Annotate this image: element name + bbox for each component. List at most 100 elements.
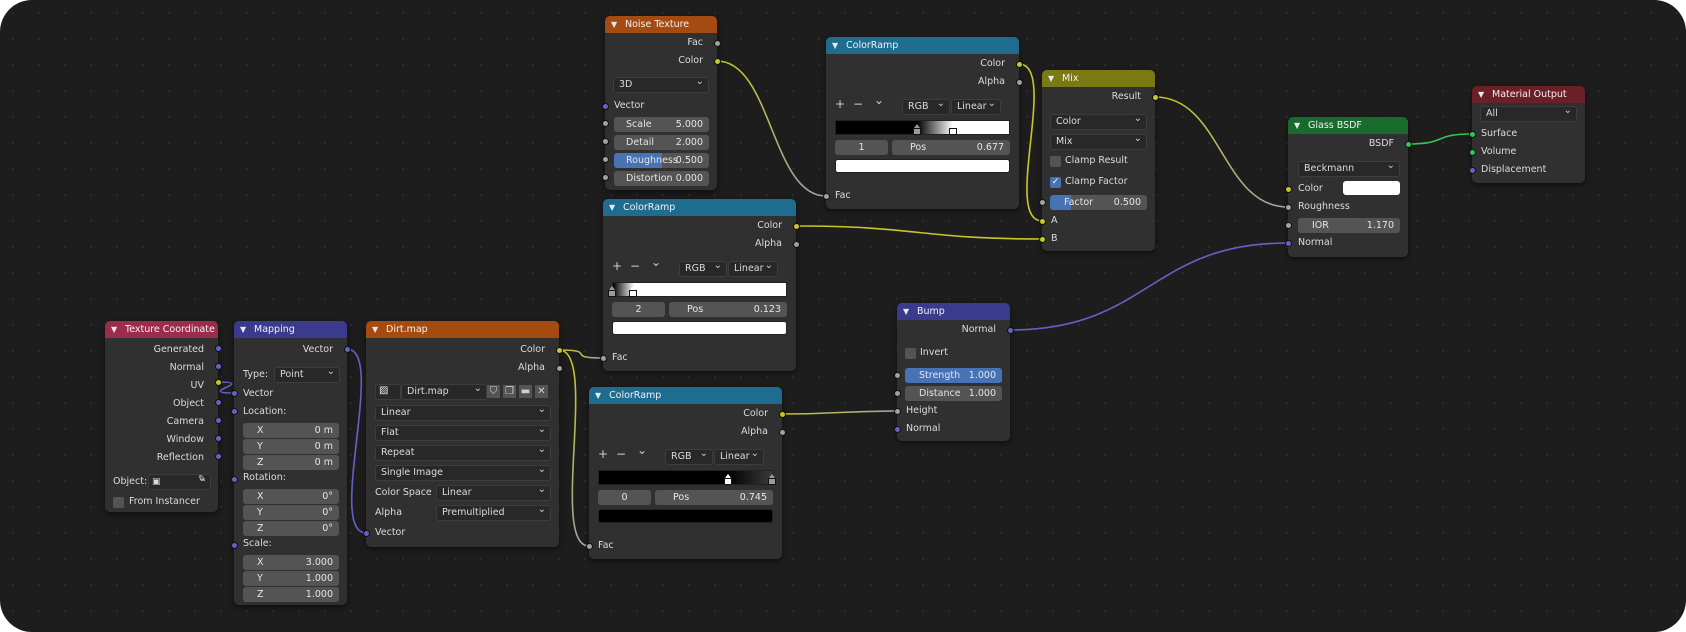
node-header[interactable]: ▼ Bump	[897, 303, 1010, 320]
from-instancer-checkbox[interactable]	[113, 497, 124, 508]
invert-checkbox[interactable]	[905, 348, 916, 359]
node-header[interactable]: ▼ Dirt.map	[366, 321, 559, 338]
shield-icon[interactable]: ⛉	[487, 385, 500, 398]
close-icon[interactable]: ✕	[535, 385, 548, 398]
socket[interactable]	[585, 542, 593, 550]
socket[interactable]	[1015, 60, 1023, 68]
color-mode-dropdown[interactable]: RGB	[902, 99, 950, 115]
factor-field[interactable]: Factor 0.500	[1050, 195, 1147, 210]
data-type-dropdown[interactable]: Color	[1050, 114, 1147, 130]
texture-coordinate-node[interactable]: ▼ Texture Coordinate Generated Normal UV …	[105, 321, 218, 512]
node-header[interactable]: ▼ Material Output	[1472, 86, 1585, 103]
socket[interactable]	[1404, 140, 1412, 148]
socket[interactable]	[1151, 93, 1159, 101]
socket[interactable]	[1468, 166, 1476, 174]
distribution-dropdown[interactable]: Beckmann	[1298, 161, 1400, 177]
socket[interactable]	[555, 364, 563, 372]
ramp-menu-chevron-icon[interactable]: ⌄	[874, 93, 884, 107]
scl-x-field[interactable]: X 3.000	[243, 555, 339, 570]
socket[interactable]	[1015, 78, 1023, 86]
rot-y-field[interactable]: Y 0°	[243, 505, 339, 520]
collapse-chevron-icon[interactable]: ▼	[111, 321, 117, 338]
stop-color-swatch[interactable]	[598, 509, 773, 523]
socket[interactable]	[713, 57, 721, 65]
target-dropdown[interactable]: All	[1480, 106, 1577, 122]
clamp-result-checkbox[interactable]	[1050, 156, 1061, 167]
mix-node[interactable]: ▼ Mix Result Color Mix Clamp Result ✓ Cla…	[1042, 70, 1155, 251]
color-stop-handle[interactable]	[629, 286, 638, 297]
noise-texture-node[interactable]: ▼ Noise Texture Fac Color 3D Vector Scale…	[605, 16, 717, 190]
collapse-chevron-icon[interactable]: ▼	[611, 16, 617, 33]
color-stop-handle[interactable]	[948, 124, 957, 135]
color-swatch[interactable]	[1343, 181, 1400, 195]
collapse-chevron-icon[interactable]: ▼	[1478, 86, 1484, 103]
socket[interactable]	[214, 362, 222, 370]
image-browse-button[interactable]: ▨	[375, 384, 401, 400]
scl-z-field[interactable]: Z 1.000	[243, 587, 339, 602]
socket[interactable]	[893, 425, 901, 433]
color-mode-dropdown[interactable]: RGB	[665, 449, 713, 465]
socket[interactable]	[1038, 217, 1046, 225]
loc-x-field[interactable]: X 0 m	[243, 423, 339, 438]
interpolation-dropdown[interactable]: Linear	[951, 99, 1001, 115]
blend-mode-dropdown[interactable]: Mix	[1050, 134, 1147, 150]
node-header[interactable]: ▼ Mapping	[234, 321, 347, 338]
socket[interactable]	[601, 119, 609, 127]
socket[interactable]	[601, 102, 609, 110]
remove-stop-button[interactable]: −	[616, 447, 626, 461]
eyedropper-icon[interactable]: ✎	[198, 474, 206, 485]
socket[interactable]	[343, 345, 351, 353]
distance-field[interactable]: Distance 1.000	[905, 386, 1002, 401]
colorramp-node-3[interactable]: ▼ ColorRamp Color Alpha +−⌄ RGBLinear 0 Pos 0…	[589, 387, 782, 559]
socket[interactable]	[214, 378, 222, 386]
stop-color-swatch[interactable]	[612, 321, 787, 335]
collapse-chevron-icon[interactable]: ▼	[372, 321, 378, 338]
mapping-node[interactable]: ▼ Mapping Vector Type: Point Vector Locat…	[234, 321, 347, 605]
interpolation-dropdown[interactable]: Linear	[714, 449, 764, 465]
collapse-chevron-icon[interactable]: ▼	[1294, 117, 1300, 134]
socket[interactable]	[893, 389, 901, 397]
stop-index-field[interactable]: 2	[612, 302, 665, 317]
dimensions-dropdown[interactable]: 3D	[613, 77, 709, 93]
node-header[interactable]: ▼ Texture Coordinate	[105, 321, 218, 338]
socket[interactable]	[778, 428, 786, 436]
color-space-dropdown[interactable]: Linear	[436, 485, 551, 501]
duplicate-icon[interactable]: ❐	[503, 385, 516, 398]
socket[interactable]	[230, 541, 238, 549]
remove-stop-button[interactable]: −	[853, 97, 863, 111]
socket[interactable]	[1038, 235, 1046, 243]
roughness-field[interactable]: Roughness 0.500	[614, 153, 709, 168]
socket[interactable]	[230, 407, 238, 415]
color-stop-handle[interactable]	[608, 286, 616, 297]
socket[interactable]	[599, 354, 607, 362]
socket[interactable]	[1284, 239, 1292, 247]
loc-y-field[interactable]: Y 0 m	[243, 439, 339, 454]
ramp-menu-chevron-icon[interactable]: ⌄	[637, 443, 647, 457]
glass-bsdf-node[interactable]: ▼ Glass BSDF BSDF Beckmann Color Roughnes…	[1288, 117, 1408, 257]
socket[interactable]	[893, 371, 901, 379]
node-header[interactable]: ▼ Glass BSDF	[1288, 117, 1408, 134]
stop-position-field[interactable]: Pos 0.123	[669, 302, 787, 317]
node-header[interactable]: ▼ ColorRamp	[589, 387, 782, 404]
node-header[interactable]: ▼ Mix	[1042, 70, 1155, 87]
socket[interactable]	[822, 192, 830, 200]
socket[interactable]	[214, 416, 222, 424]
stop-position-field[interactable]: Pos 0.745	[655, 490, 773, 505]
scale-field[interactable]: Scale 5.000	[614, 117, 709, 132]
socket[interactable]	[555, 346, 563, 354]
node-header[interactable]: ▼ Noise Texture	[605, 16, 717, 33]
socket[interactable]	[601, 173, 609, 181]
clamp-factor-checkbox[interactable]: ✓	[1050, 177, 1061, 188]
scl-y-field[interactable]: Y 1.000	[243, 571, 339, 586]
color-mode-dropdown[interactable]: RGB	[679, 261, 727, 277]
node-editor[interactable]: ▼ Texture Coordinate Generated Normal UV …	[0, 0, 1686, 632]
image-name-field[interactable]: Dirt.map	[401, 384, 487, 400]
collapse-chevron-icon[interactable]: ▼	[595, 387, 601, 404]
socket[interactable]	[601, 155, 609, 163]
socket[interactable]	[214, 434, 222, 442]
projection-dropdown[interactable]: Flat	[375, 425, 551, 441]
interpolation-dropdown[interactable]: Linear	[728, 261, 778, 277]
socket[interactable]	[1284, 185, 1292, 193]
gradient-ramp[interactable]	[598, 470, 773, 485]
stop-index-field[interactable]: 1	[835, 140, 888, 155]
